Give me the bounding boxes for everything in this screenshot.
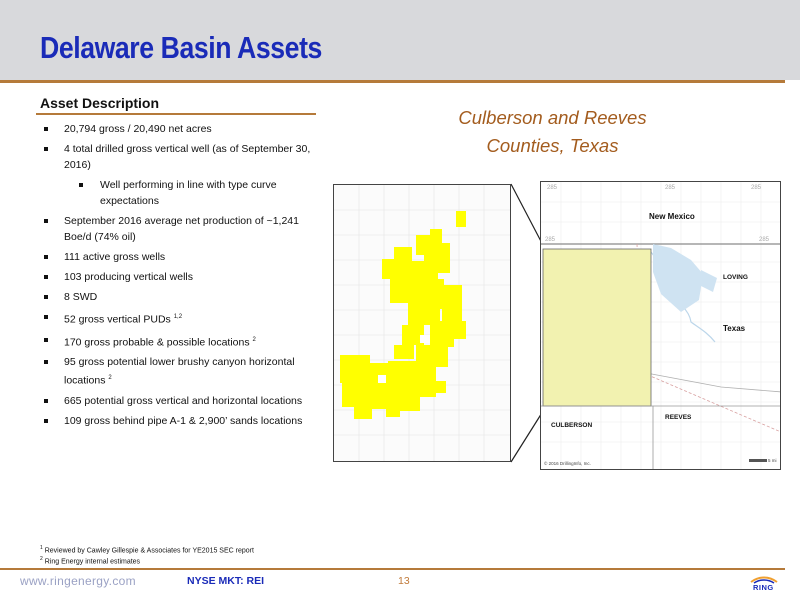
footnotes: 1 Reviewed by Cawley Gillespie & Associa… [40, 544, 254, 567]
footer-url-link[interactable]: www.ringenergy.com [20, 574, 136, 588]
acreage-map-svg [334, 185, 510, 461]
label-road-285-mid-left: 285 [545, 237, 556, 243]
footnote-2: 2 Ring Energy internal estimates [40, 556, 141, 566]
label-texas: Texas [723, 324, 746, 333]
map-scale-bar [749, 459, 767, 462]
label-new-mexico: New Mexico [649, 212, 695, 221]
label-reeves-county: REEVES [665, 414, 692, 421]
label-culberson-county: CULBERSON [551, 422, 593, 429]
acreage-highlight-area [542, 248, 652, 407]
footnote-1: 1 Reviewed by Cawley Gillespie & Associa… [40, 545, 254, 555]
map-scale-label: 5 mi [768, 458, 777, 463]
county-overview-map[interactable]: 285 285 285 285 285 New Mexico LOVING Te… [540, 181, 781, 470]
label-road-285-top-right: 285 [751, 185, 762, 191]
label-loving-county: LOVING [723, 274, 748, 281]
label-road-285-top-mid: 285 [665, 185, 676, 191]
acreage-detail-map[interactable] [333, 184, 511, 462]
footer-divider [0, 568, 785, 570]
page-number: 13 [398, 575, 410, 587]
label-road-285-top-left: 285 [547, 185, 558, 191]
label-road-285-mid-right: 285 [759, 237, 770, 243]
map-copyright: © 2016 DrillingInfo, Inc. [544, 461, 591, 466]
footer-ticker: NYSE MKT: REI [187, 575, 265, 587]
ring-logo: RING [745, 574, 783, 594]
